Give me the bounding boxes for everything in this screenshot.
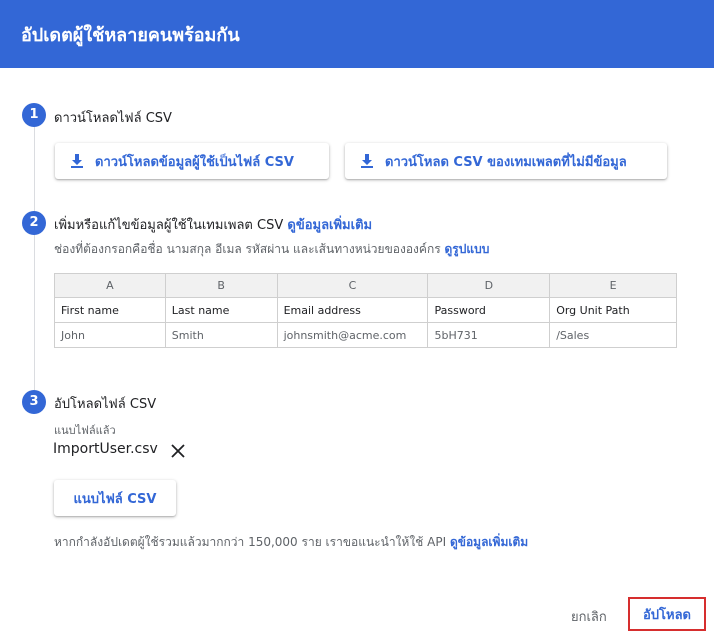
step-3-badge: 3 [22, 390, 46, 414]
api-recommendation-text: หากกำลังอัปเดตผู้ใช้รวมแล้วมากกว่า 150,0… [54, 535, 447, 549]
column-letter-row: A B C D E [54, 273, 677, 298]
step-2-badge: 2 [22, 211, 46, 235]
header-cell: Org Unit Path [549, 297, 677, 323]
step-2-more-info-link[interactable]: ดูข้อมูลเพิ่มเติม [287, 218, 372, 233]
download-icon [359, 153, 375, 169]
step-1-title: ดาวน์โหลดไฟล์ CSV [54, 111, 172, 126]
table-cell: /Sales [549, 322, 677, 348]
required-fields-label: ช่องที่ต้องกรอกคือชื่อ นามสกุล อีเมล รหั… [54, 242, 441, 256]
table-header-row: First name Last name Email address Passw… [54, 297, 677, 323]
table-cell: 5bH731 [427, 322, 551, 348]
download-users-csv-label: ดาวน์โหลดข้อมูลผู้ใช้เป็นไฟล์ CSV [95, 154, 294, 170]
download-template-csv-label: ดาวน์โหลด CSV ของเทมเพลตที่ไม่มีข้อมูล [385, 154, 627, 170]
table-cell: John [54, 322, 166, 348]
api-more-info-link[interactable]: ดูข้อมูลเพิ่มเติม [450, 535, 528, 549]
step-3-title: อัปโหลดไฟล์ CSV [54, 397, 157, 412]
upload-button[interactable]: อัปโหลด [628, 597, 706, 631]
view-format-link[interactable]: ดูรูปแบบ [444, 242, 489, 256]
attach-csv-label: แนบไฟล์ CSV [73, 491, 157, 507]
column-letter: B [164, 273, 278, 298]
column-letter: E [549, 273, 677, 298]
header-cell: Email address [276, 297, 429, 323]
attached-file-name: ImportUser.csv [53, 441, 158, 457]
header-cell: Password [427, 297, 551, 323]
csv-template-example-table: A B C D E First name Last name Email add… [54, 273, 677, 348]
table-cell: Smith [164, 322, 278, 348]
step-2-title: เพิ่มหรือแก้ไขข้อมูลผู้ใช้ในเทมเพลต CSV [54, 218, 284, 233]
table-cell: johnsmith@acme.com [276, 322, 429, 348]
step-1-badge: 1 [22, 103, 46, 127]
column-letter: D [427, 273, 551, 298]
column-letter: A [54, 273, 166, 298]
dialog-title: อัปเดตผู้ใช้หลายคนพร้อมกัน [21, 25, 240, 46]
api-recommendation-note: หากกำลังอัปเดตผู้ใช้รวมแล้วมากกว่า 150,0… [54, 533, 528, 552]
dialog-header: อัปเดตผู้ใช้หลายคนพร้อมกัน [0, 0, 714, 68]
step-connector-line [34, 126, 35, 390]
header-cell: Last name [164, 297, 278, 323]
download-icon [69, 153, 85, 169]
attached-file-label: แนบไฟล์แล้ว [54, 424, 116, 437]
column-letter: C [276, 273, 429, 298]
required-fields-text: ช่องที่ต้องกรอกคือชื่อ นามสกุล อีเมล รหั… [54, 240, 489, 259]
table-row: John Smith johnsmith@acme.com 5bH731 /Sa… [54, 322, 677, 348]
close-icon[interactable] [169, 442, 187, 460]
cancel-button[interactable]: ยกเลิก [571, 606, 607, 627]
step-2-title-row: เพิ่มหรือแก้ไขข้อมูลผู้ใช้ในเทมเพลต CSV … [54, 214, 372, 235]
attach-csv-button[interactable]: แนบไฟล์ CSV [54, 480, 176, 516]
header-cell: First name [54, 297, 166, 323]
download-template-csv-button[interactable]: ดาวน์โหลด CSV ของเทมเพลตที่ไม่มีข้อมูล [345, 143, 667, 179]
download-users-csv-button[interactable]: ดาวน์โหลดข้อมูลผู้ใช้เป็นไฟล์ CSV [55, 143, 329, 179]
